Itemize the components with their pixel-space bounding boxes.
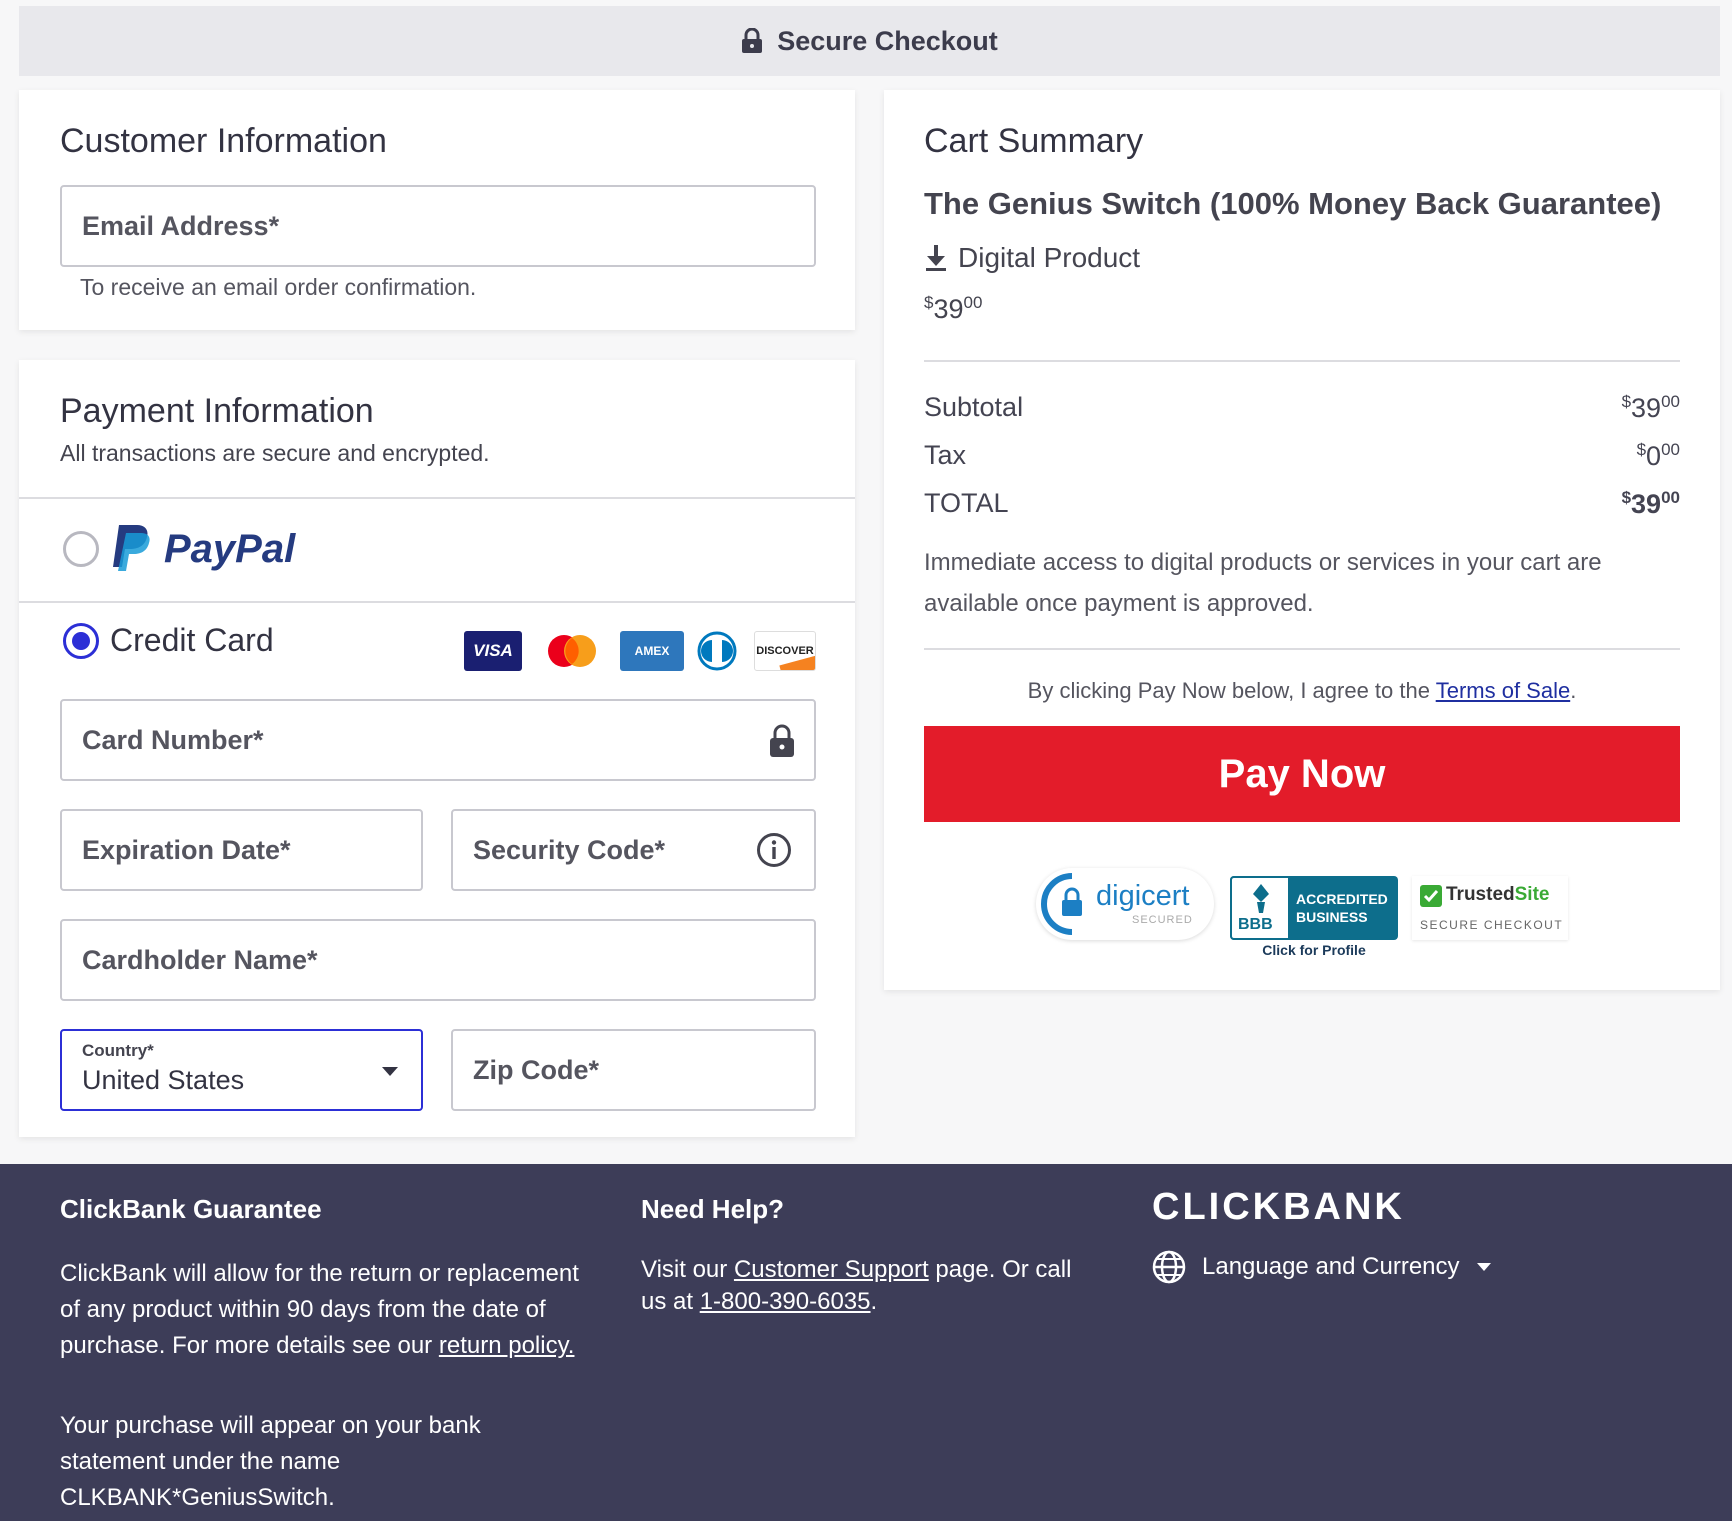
amex-icon: AMEX (620, 631, 684, 671)
paypal-label: PayPal (164, 527, 296, 571)
footer: ClickBank Guarantee ClickBank will allow… (0, 1164, 1732, 1521)
secure-checkout-bar: Secure Checkout (19, 6, 1720, 76)
product-type: Digital Product (924, 242, 1140, 274)
payment-subtitle: All transactions are secure and encrypte… (60, 440, 490, 466)
paypal-option[interactable]: PayPal (19, 499, 855, 601)
page-title: Secure Checkout (777, 25, 998, 56)
tax-label: Tax (924, 440, 967, 470)
access-note: Immediate access to digital products or … (924, 549, 1602, 617)
country-value: United States (82, 1065, 245, 1095)
credit-card-radio[interactable] (63, 623, 99, 659)
zip-code-field[interactable]: Zip Code* (451, 1029, 816, 1111)
paypal-icon (113, 525, 150, 571)
security-code-field[interactable]: Security Code* (451, 809, 816, 891)
help-text: Visit our Customer Support page. Or call… (641, 1256, 1072, 1315)
country-select[interactable]: Country* United States (60, 1029, 423, 1111)
tax-row: Tax $000 (924, 440, 1680, 472)
email-placeholder: Email Address* (82, 210, 280, 241)
cardholder-placeholder: Cardholder Name* (82, 944, 318, 975)
payment-information-title: Payment Information (60, 392, 374, 430)
paypal-wordmark: PayPal (164, 527, 295, 572)
cart-summary-title: Cart Summary (924, 122, 1144, 160)
chevron-down-icon (1476, 1263, 1491, 1271)
download-icon (926, 245, 946, 271)
bbb-caption: Click for Profile (1262, 942, 1366, 958)
bbb-line1: ACCREDITED (1296, 891, 1388, 907)
customer-information-card: Customer Information Email Address* To r… (19, 90, 855, 330)
email-field[interactable]: Email Address* (60, 185, 816, 267)
trustedsite-sub: SECURE CHECKOUT (1420, 918, 1564, 932)
trustedsite-label: TrustedSite (1446, 884, 1550, 905)
credit-card-label: Credit Card (110, 622, 274, 658)
cart-summary-card: Cart Summary The Genius Switch (100% Mon… (884, 90, 1720, 990)
total-value: $3900 (1621, 488, 1680, 519)
statement-text: Your purchase will appear on your bank s… (60, 1412, 481, 1511)
padlock-icon (1041, 873, 1082, 935)
discover-accent (779, 655, 815, 670)
phone-link[interactable]: 1-800-390-6035 (700, 1288, 871, 1315)
divider (924, 360, 1680, 362)
product-name: The Genius Switch (100% Money Back Guara… (924, 186, 1662, 221)
guarantee-text: ClickBank will allow for the return or r… (60, 1260, 579, 1359)
info-icon[interactable] (756, 832, 792, 868)
chevron-down-icon (382, 1067, 398, 1076)
diners-club-icon (696, 631, 738, 671)
product-type-label: Digital Product (958, 242, 1141, 273)
mastercard-icon (543, 631, 601, 671)
card-number-placeholder: Card Number* (82, 724, 264, 755)
customer-support-link[interactable]: Customer Support (734, 1256, 929, 1283)
customer-information-title: Customer Information (60, 122, 387, 160)
checkmark-icon (1420, 885, 1442, 907)
clickbank-logo: CLICKBANK (1152, 1186, 1405, 1228)
total-row: TOTAL $3900 (924, 488, 1680, 520)
paypal-radio[interactable] (63, 531, 99, 567)
email-hint: To receive an email order confirmation. (80, 274, 477, 300)
language-currency-label: Language and Currency (1202, 1253, 1460, 1280)
bbb-line2: BUSINESS (1296, 909, 1368, 925)
tax-value: $000 (1636, 440, 1680, 471)
bbb-badge[interactable]: BBB ACCREDITED BUSINESS (1230, 876, 1398, 940)
bbb-logo: BBB (1230, 876, 1290, 940)
subtotal-row: Subtotal $3900 (924, 392, 1680, 424)
security-code-placeholder: Security Code* (473, 834, 666, 865)
product-price: $3900 (924, 293, 983, 324)
divider (924, 648, 1680, 650)
payment-information-card: Payment Information All transactions are… (19, 360, 855, 1137)
terms-note: By clicking Pay Now below, I agree to th… (1027, 678, 1577, 703)
discover-icon: DISCOVER (754, 631, 816, 671)
expiration-date-field[interactable]: Expiration Date* (60, 809, 423, 891)
zip-placeholder: Zip Code* (473, 1054, 599, 1085)
trustedsite-badge[interactable]: TrustedSite SECURE CHECKOUT (1412, 876, 1568, 940)
expiration-placeholder: Expiration Date* (82, 834, 291, 865)
language-currency-selector[interactable]: Language and Currency (1152, 1250, 1492, 1284)
torch-icon (1253, 884, 1269, 913)
cardholder-name-field[interactable]: Cardholder Name* (60, 919, 816, 1001)
digicert-label: digicert (1096, 880, 1190, 912)
country-label: Country* (82, 1041, 154, 1060)
pay-now-button[interactable]: Pay Now (924, 726, 1680, 822)
subtotal-label: Subtotal (924, 392, 1024, 422)
help-title: Need Help? (641, 1194, 785, 1224)
digicert-sub: SECURED (1132, 914, 1193, 926)
total-label: TOTAL (924, 488, 1009, 518)
subtotal-value: $3900 (1621, 392, 1680, 423)
card-number-field[interactable]: Card Number* (60, 699, 816, 781)
globe-icon (1152, 1250, 1186, 1284)
guarantee-title: ClickBank Guarantee (60, 1194, 322, 1224)
return-policy-link[interactable]: return policy. (439, 1332, 575, 1359)
lock-icon (770, 724, 794, 757)
visa-icon: VISA (464, 631, 522, 671)
terms-of-sale-link[interactable]: Terms of Sale (1436, 678, 1571, 703)
lock-icon (742, 28, 763, 53)
digicert-badge[interactable]: digicert SECURED (1036, 868, 1214, 940)
